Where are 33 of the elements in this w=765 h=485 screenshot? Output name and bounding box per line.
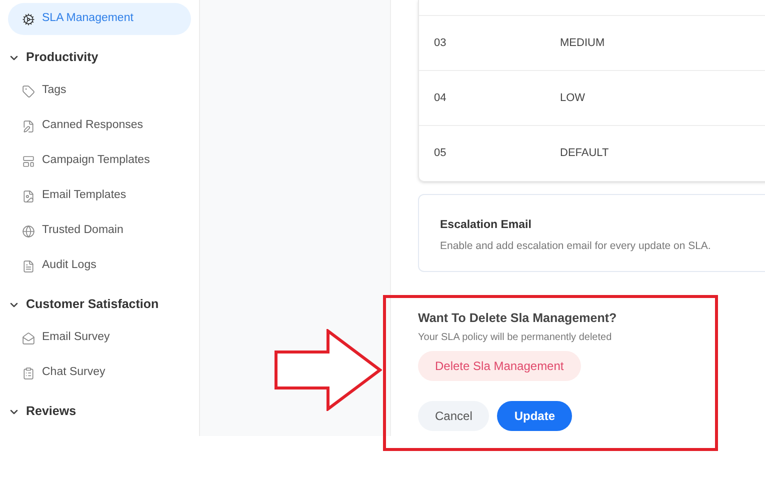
globe-icon — [22, 224, 35, 238]
section-heading[interactable]: Customer Satisfaction — [26, 295, 159, 314]
template-icon — [22, 154, 35, 168]
delete-description: Your SLA policy will be permanently deleted — [418, 330, 612, 345]
update-button[interactable]: Update — [497, 400, 572, 431]
delete-title: Want To Delete Sla Management? — [418, 310, 617, 327]
sidebar-item[interactable]: SLA Management — [8, 3, 191, 35]
clipboard-icon — [22, 366, 35, 380]
sidebar-item[interactable]: Campaign Templates — [8, 145, 191, 177]
section-heading[interactable]: Reviews — [26, 402, 76, 421]
sidebar-item[interactable]: Email Survey — [8, 322, 191, 354]
envelope-icon — [22, 332, 35, 344]
sidebar-item[interactable]: Email Templates — [8, 180, 191, 212]
document-pen-icon — [22, 120, 35, 132]
table-cell-text: 03 — [434, 36, 448, 51]
card-description: Enable and add escalation email for every update on SLA. — [440, 239, 712, 254]
table-cell-text: LOW — [560, 90, 586, 106]
table-cell-text: 05 — [434, 146, 448, 162]
cancel-button[interactable]: Cancel — [418, 400, 490, 431]
table-cell-text: MEDIUM — [560, 36, 605, 51]
tag-icon — [22, 84, 35, 98]
sidebar-item[interactable]: Audit Logs — [8, 250, 191, 282]
gear-icon — [22, 12, 35, 26]
file-icon — [22, 190, 35, 202]
section-heading[interactable]: Productivity — [26, 48, 98, 67]
sidebar-item[interactable]: Tags — [8, 75, 191, 107]
table-cell-text: DEFAULT — [560, 146, 609, 162]
card-title: Escalation Email — [440, 218, 532, 233]
document-icon — [22, 260, 35, 272]
sidebar-item[interactable]: Trusted Domain — [8, 215, 191, 247]
sidebar-item[interactable]: Chat Survey — [8, 357, 191, 389]
sidebar-item[interactable]: Canned Responses — [8, 110, 191, 142]
table-cell-text: 04 — [434, 90, 448, 106]
